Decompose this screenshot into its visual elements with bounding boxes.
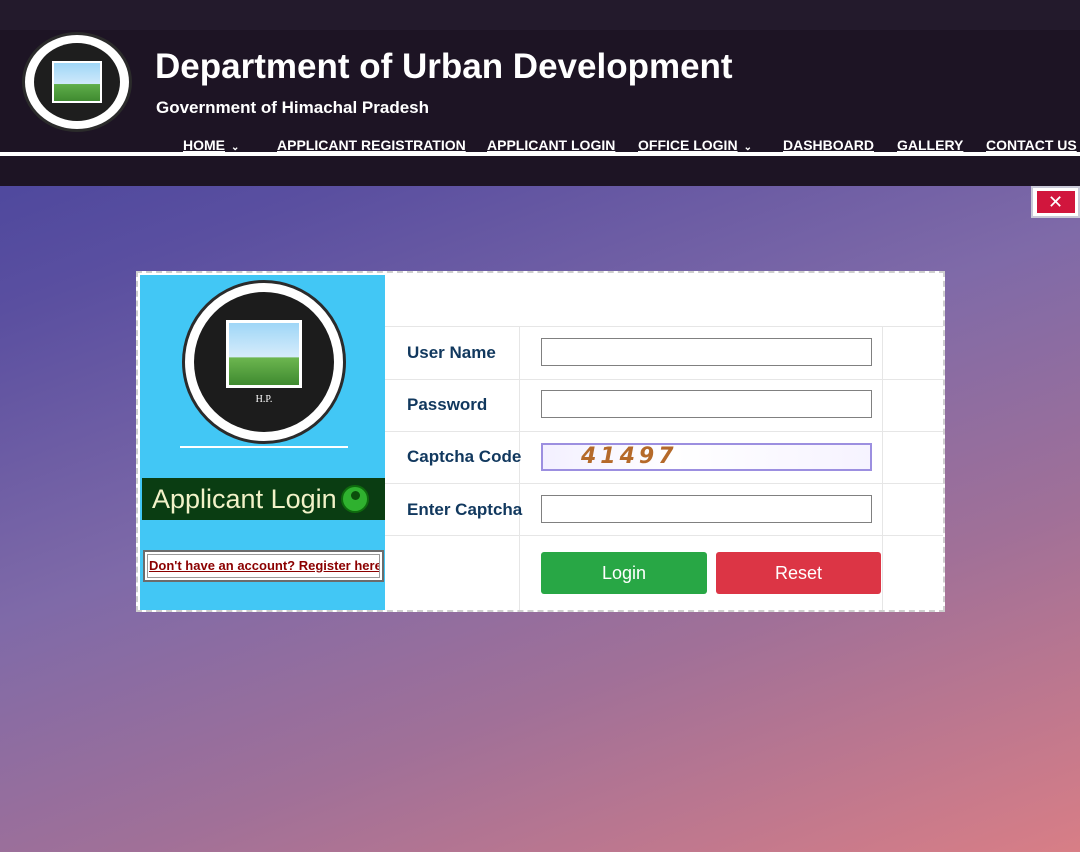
password-input[interactable]: [541, 390, 872, 418]
nav-item-dashboard[interactable]: DASHBOARD: [783, 137, 874, 153]
username-label: User Name: [407, 343, 496, 362]
nav-item-gallery[interactable]: GALLERY: [897, 137, 963, 153]
register-link-box: Don't have an account? Register here: [143, 550, 384, 582]
user-icon: [340, 484, 369, 513]
nav-item-applicant-registration[interactable]: APPLICANT REGISTRATION: [277, 137, 466, 153]
nav-item-contact-us[interactable]: CONTACT US: [986, 137, 1077, 153]
captcha-code-label: Captcha Code: [407, 447, 522, 466]
close-button[interactable]: ✕: [1031, 186, 1080, 218]
enter-captcha-label: Enter Captcha: [407, 500, 523, 519]
nav-item-applicant-login[interactable]: APPLICANT LOGIN: [487, 137, 615, 153]
nav-item-office-login[interactable]: OFFICE LOGIN ⌄: [638, 137, 752, 153]
site-subtitle: Government of Himachal Pradesh: [156, 98, 430, 117]
login-side-panel: H.P. Applicant Login Don't have an accou…: [140, 275, 385, 610]
header-top-strip: [0, 0, 1080, 30]
close-icon: ✕: [1036, 191, 1075, 213]
logo-divider: [180, 446, 348, 448]
enter-captcha-input[interactable]: [541, 495, 872, 523]
department-seal-icon: H.P.: [182, 280, 346, 444]
site-title: Department of Urban Development: [155, 47, 733, 86]
login-card: H.P. Applicant Login Don't have an accou…: [136, 271, 945, 612]
captcha-image: 41497: [541, 443, 872, 471]
login-form: User Name Password Captcha Code 41497 En…: [385, 275, 943, 610]
applicant-login-heading: Applicant Login: [142, 478, 385, 520]
password-label: Password: [407, 395, 488, 414]
nav-item-home[interactable]: HOME ⌄: [183, 137, 239, 153]
register-link[interactable]: Don't have an account? Register here: [147, 554, 380, 578]
site-header: Department of Urban Development Governme…: [0, 0, 1080, 186]
reset-button[interactable]: Reset: [716, 552, 881, 594]
login-button[interactable]: Login: [541, 552, 707, 594]
nav-divider: [0, 152, 1080, 156]
username-input[interactable]: [541, 338, 872, 366]
seal-caption: H.P.: [255, 393, 273, 405]
department-logo-icon[interactable]: [22, 32, 132, 132]
